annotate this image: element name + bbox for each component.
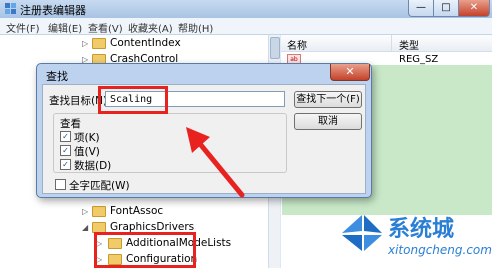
find-next-button[interactable]: 查找下一个(F) <box>294 91 362 108</box>
menu-edit[interactable]: 编辑(E) <box>48 20 82 35</box>
maximize-button[interactable]: □ <box>433 0 459 17</box>
menu-help[interactable]: 帮助(H) <box>178 20 213 35</box>
annotation-box-configuration <box>94 232 196 268</box>
whole-string-label: 全字匹配(W) <box>69 180 130 192</box>
keys-checkbox[interactable]: ✓ <box>60 131 71 142</box>
menu-file[interactable]: 文件(F) <box>6 20 40 35</box>
folder-icon <box>92 37 106 49</box>
registry-app-icon <box>5 3 16 14</box>
annotation-box-search <box>98 86 168 114</box>
tree-item-label: ContentIndex <box>110 37 181 49</box>
tree-item-contentindex[interactable]: ContentIndex <box>92 37 181 51</box>
column-type-header[interactable]: 类型 <box>399 37 419 52</box>
scrollbar-thumb[interactable] <box>270 37 280 59</box>
annotation-arrow-icon <box>186 127 245 198</box>
folder-icon <box>92 205 106 217</box>
brand-logo-icon <box>342 215 382 251</box>
list-header: 名称 类型 <box>281 35 492 52</box>
minimize-button[interactable]: — <box>408 0 434 17</box>
window-title: 注册表编辑器 <box>20 4 86 17</box>
cancel-button[interactable]: 取消 <box>294 113 362 130</box>
look-at-label: 查看 <box>60 118 81 130</box>
dialog-title: 查找 <box>46 70 68 83</box>
values-checkbox[interactable]: ✓ <box>60 145 71 156</box>
values-option-label: 值(V) <box>74 146 100 158</box>
brand-name: 系统城 <box>388 217 455 242</box>
column-divider[interactable] <box>391 35 392 51</box>
data-option-label: 数据(D) <box>74 160 112 172</box>
column-name-header[interactable]: 名称 <box>287 37 307 52</box>
dialog-close-button[interactable]: ✕ <box>330 64 370 81</box>
keys-option-label: 项(K) <box>74 132 100 144</box>
menu-favorites[interactable]: 收藏夹(A) <box>128 20 173 35</box>
collapse-arrow-icon[interactable]: ◢ <box>82 223 88 232</box>
expand-arrow-icon[interactable]: ▷ <box>82 39 88 48</box>
tree-item-label: FontAssoc <box>110 205 164 217</box>
menu-bar: 文件(F) 编辑(E) 查看(V) 收藏夹(A) 帮助(H) <box>0 18 492 35</box>
menu-view[interactable]: 查看(V) <box>88 20 123 35</box>
look-at-group: 查看 ✓ 项(K) ✓ 值(V) ✓ 数据(D) <box>53 113 287 173</box>
expand-arrow-icon[interactable]: ▷ <box>82 207 88 216</box>
value-type: REG_SZ <box>399 54 439 65</box>
brand-url: xitongcheng.com <box>388 243 492 257</box>
whole-string-checkbox[interactable] <box>55 179 66 190</box>
tree-item-fontassoc[interactable]: FontAssoc <box>92 205 163 219</box>
brand-watermark: 系统城 xitongcheng.com <box>340 205 492 265</box>
data-checkbox[interactable]: ✓ <box>60 159 71 170</box>
folder-icon <box>92 221 106 233</box>
close-button[interactable]: ✕ <box>458 0 490 17</box>
title-bar[interactable]: 注册表编辑器 — □ ✕ <box>0 0 492 18</box>
